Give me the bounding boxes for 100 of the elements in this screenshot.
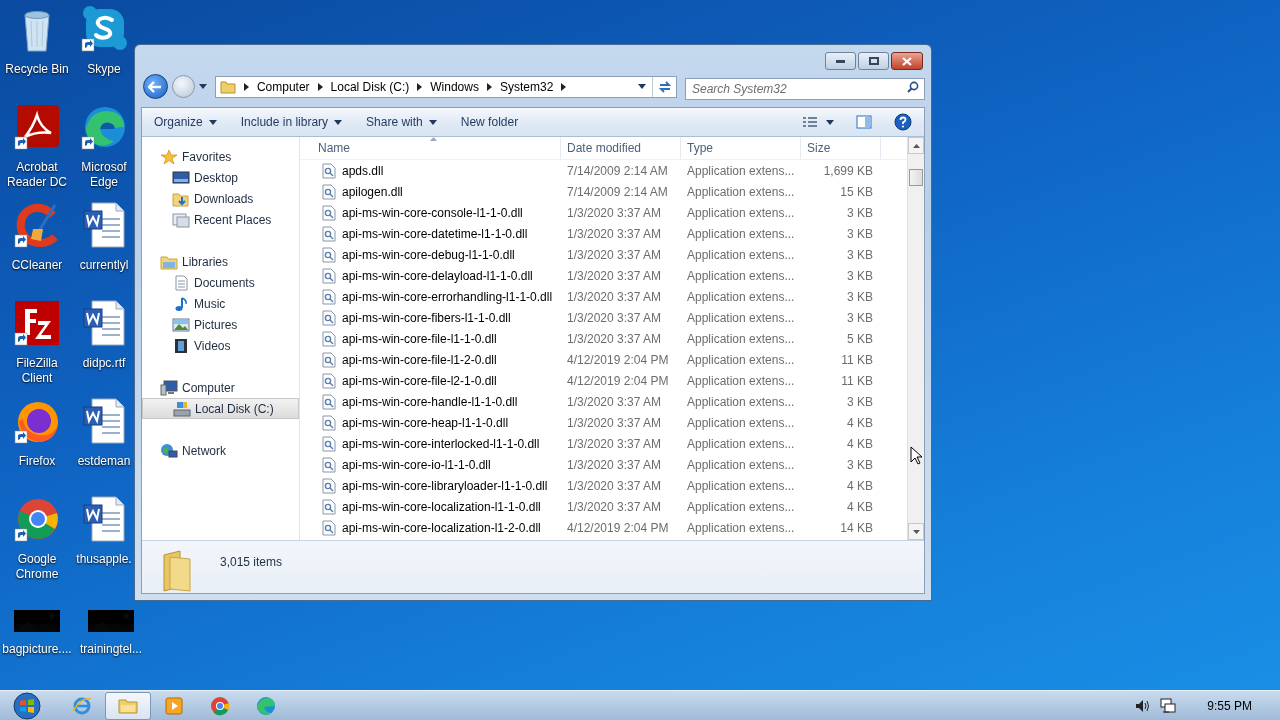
nav-item[interactable]: Recent Places: [142, 209, 299, 230]
desktop-icon-label[interactable]: trainingtel...: [79, 642, 142, 657]
breadcrumb[interactable]: System32: [499, 77, 554, 96]
toolbar-menu-button[interactable]: New folder: [448, 110, 531, 134]
desktop-icon-label[interactable]: didpc.rtf: [82, 356, 126, 371]
chevron-right-icon: [243, 82, 249, 91]
breadcrumb[interactable]: Computer: [256, 77, 310, 96]
date-cell-text: 4/12/2019 2:04 PM: [566, 351, 670, 369]
file-name: api-ms-win-core-file-l2-1-0.dll: [342, 372, 497, 390]
desktop-icon-label[interactable]: estdeman: [77, 454, 131, 469]
file-row[interactable]: api-ms-win-core-debug-l1-1-0.dll 1/3/2020 3:37 AM Application extens... 3 KB: [300, 244, 907, 265]
desktop-icon-label[interactable]: Skype: [87, 62, 121, 77]
history-caret-icon: [638, 84, 646, 90]
file-name: apds.dll: [342, 162, 384, 180]
file-row[interactable]: api-ms-win-core-file-l2-1-0.dll 4/12/2019 2:04 PM Application extens... 11 KB: [300, 370, 907, 391]
file-row[interactable]: api-ms-win-core-interlocked-l1-1-0.dll 1/3/2020 3:37 AM Application extens... 4 KB: [300, 433, 907, 454]
file-row[interactable]: apds.dll 7/14/2009 2:14 AM Application extens... 1,699 KB: [300, 160, 907, 181]
nav-item[interactable]: Downloads: [142, 188, 299, 209]
toolbar-menu-button[interactable]: Include in library: [228, 110, 355, 134]
scroll-down-arrow-icon[interactable]: [912, 529, 920, 534]
desktop-icon-label[interactable]: FileZilla Client: [16, 356, 58, 386]
desktop-icon-label[interactable]: Microsof Edge: [81, 160, 127, 190]
breadcrumb[interactable]: Local Disk (C:): [330, 77, 410, 96]
clock[interactable]: 9:55 PM: [1207, 696, 1252, 715]
file-row[interactable]: api-ms-win-core-datetime-l1-1-0.dll 1/3/2020 3:37 AM Application extens... 3 KB: [300, 223, 907, 244]
dll-file-icon: [322, 351, 336, 368]
nav-group-header[interactable]: Libraries: [142, 251, 299, 272]
file-row[interactable]: api-ms-win-core-libraryloader-l1-1-0.dll 1/3/2020 3:37 AM Application extens... 4 KB: [300, 475, 907, 496]
file-row[interactable]: api-ms-win-core-file-l1-2-0.dll 4/12/2019 2:04 PM Application extens... 11 KB: [300, 349, 907, 370]
file-row[interactable]: apilogen.dll 7/14/2009 2:14 AM Application extens... 15 KB: [300, 181, 907, 202]
back-button[interactable]: [143, 74, 168, 100]
nav-group-header[interactable]: Favorites: [142, 146, 299, 167]
dll-file-icon: [322, 330, 336, 347]
file-name: api-ms-win-core-localization-l1-1-0.dll: [342, 498, 541, 516]
nav-group-header[interactable]: Network: [142, 440, 299, 461]
nav-item[interactable]: Videos: [142, 335, 299, 356]
date-cell-text: 7/14/2009 2:14 AM: [566, 162, 669, 180]
arrow-left-icon: [148, 80, 163, 93]
nav-item[interactable]: Pictures: [142, 314, 299, 335]
close-button[interactable]: [891, 52, 923, 70]
date-cell-text: 1/3/2020 3:37 AM: [566, 498, 663, 516]
desktop-icon-label[interactable]: Firefox: [18, 454, 56, 469]
date-cell-text: 4/12/2019 2:04 PM: [566, 372, 670, 390]
toolbar-menu-button[interactable]: Share with: [354, 110, 449, 134]
column-header[interactable]: Date modified: [561, 137, 681, 159]
edge-browser-icon: [255, 694, 277, 717]
size-cell-text: 3 KB: [846, 225, 873, 243]
desktop-icon-label[interactable]: thusapple.: [76, 552, 132, 567]
media-player-icon: [163, 694, 185, 717]
size-cell-text: 15 KB: [839, 183, 873, 201]
file-row[interactable]: api-ms-win-core-localization-l1-1-0.dll 1/3/2020 3:37 AM Application extens... 4 KB: [300, 496, 907, 517]
file-row[interactable]: api-ms-win-core-console-l1-1-0.dll 1/3/2020 3:37 AM Application extens... 3 KB: [300, 202, 907, 223]
desktop-icon-label[interactable]: Google Chrome: [15, 552, 59, 582]
file-row[interactable]: api-ms-win-core-errorhandling-l1-1-0.dll 1/3/2020 3:37 AM Application extens... 3 KB: [300, 286, 907, 307]
breadcrumb[interactable]: Windows: [430, 77, 479, 96]
toolbar-menu-button[interactable]: Organize: [142, 110, 229, 134]
file-row[interactable]: api-ms-win-core-io-l1-1-0.dll 1/3/2020 3:37 AM Application extens... 3 KB: [300, 454, 907, 475]
caret-icon: [428, 119, 437, 125]
file-row[interactable]: api-ms-win-core-delayload-l1-1-0.dll 1/3/2020 3:37 AM Application extens... 3 KB: [300, 265, 907, 286]
desktop-icon-label[interactable]: Acrobat Reader DC: [7, 160, 67, 190]
file-row[interactable]: api-ms-win-core-file-l1-1-0.dll 1/3/2020 3:37 AM Application extens... 5 KB: [300, 328, 907, 349]
file-row[interactable]: api-ms-win-core-heap-l1-1-0.dll 1/3/2020 3:37 AM Application extens... 4 KB: [300, 412, 907, 433]
date-cell-text: 1/3/2020 3:37 AM: [566, 435, 663, 453]
nav-group-header[interactable]: Computer: [142, 377, 299, 398]
type-cell-text: Application extens...: [686, 309, 796, 327]
nav-item[interactable]: Desktop: [142, 167, 299, 188]
caret-icon: [208, 119, 217, 125]
desktop-icon-label[interactable]: currentlyl: [79, 258, 129, 273]
size-cell-text: 3 KB: [846, 204, 873, 222]
search-field[interactable]: Search System32: [685, 77, 925, 100]
refresh-icon: [657, 80, 672, 93]
desktop-icon-label[interactable]: Recycle Bin: [5, 62, 69, 77]
nav-item[interactable]: Documents: [142, 272, 299, 293]
column-header[interactable]: Type: [681, 137, 801, 159]
nav-item[interactable]: Music: [142, 293, 299, 314]
column-header[interactable]: Name: [300, 137, 561, 159]
size-cell-text: 4 KB: [846, 435, 873, 453]
vertical-scrollbar[interactable]: [907, 137, 924, 540]
date-cell-text: 1/3/2020 3:37 AM: [566, 267, 663, 285]
chevron-right-icon: [486, 82, 492, 91]
file-row[interactable]: api-ms-win-core-handle-l1-1-0.dll 1/3/2020 3:37 AM Application extens... 3 KB: [300, 391, 907, 412]
maximize-button[interactable]: [858, 52, 889, 70]
film-strip-icon: [172, 337, 190, 354]
desktop-icon-label[interactable]: bagpicture....: [2, 642, 72, 657]
scroll-up-arrow-icon[interactable]: [912, 143, 920, 148]
date-cell-text: 1/3/2020 3:37 AM: [566, 288, 663, 306]
address-bar[interactable]: Computer Local Disk (C:) Windows System32: [214, 75, 677, 98]
taskbar-button[interactable]: [105, 691, 151, 720]
type-cell-text: Application extens...: [686, 414, 796, 432]
network-globe-icon: [160, 442, 178, 459]
dll-file-icon: [322, 498, 336, 515]
scrollbar-thumb[interactable]: [909, 169, 923, 186]
column-header[interactable]: Size: [801, 137, 881, 159]
chevron-right-icon: [317, 82, 323, 91]
file-row[interactable]: api-ms-win-core-localization-l1-2-0.dll 4/12/2019 2:04 PM Application extens... 14 KB: [300, 517, 907, 538]
desktop-icon-label[interactable]: CCleaner: [11, 258, 63, 273]
minimize-button[interactable]: [825, 52, 856, 70]
file-row[interactable]: api-ms-win-core-fibers-l1-1-0.dll 1/3/2020 3:37 AM Application extens... 3 KB: [300, 307, 907, 328]
nav-item[interactable]: Local Disk (C:): [142, 398, 299, 419]
type-cell-text: Application extens...: [686, 330, 796, 348]
